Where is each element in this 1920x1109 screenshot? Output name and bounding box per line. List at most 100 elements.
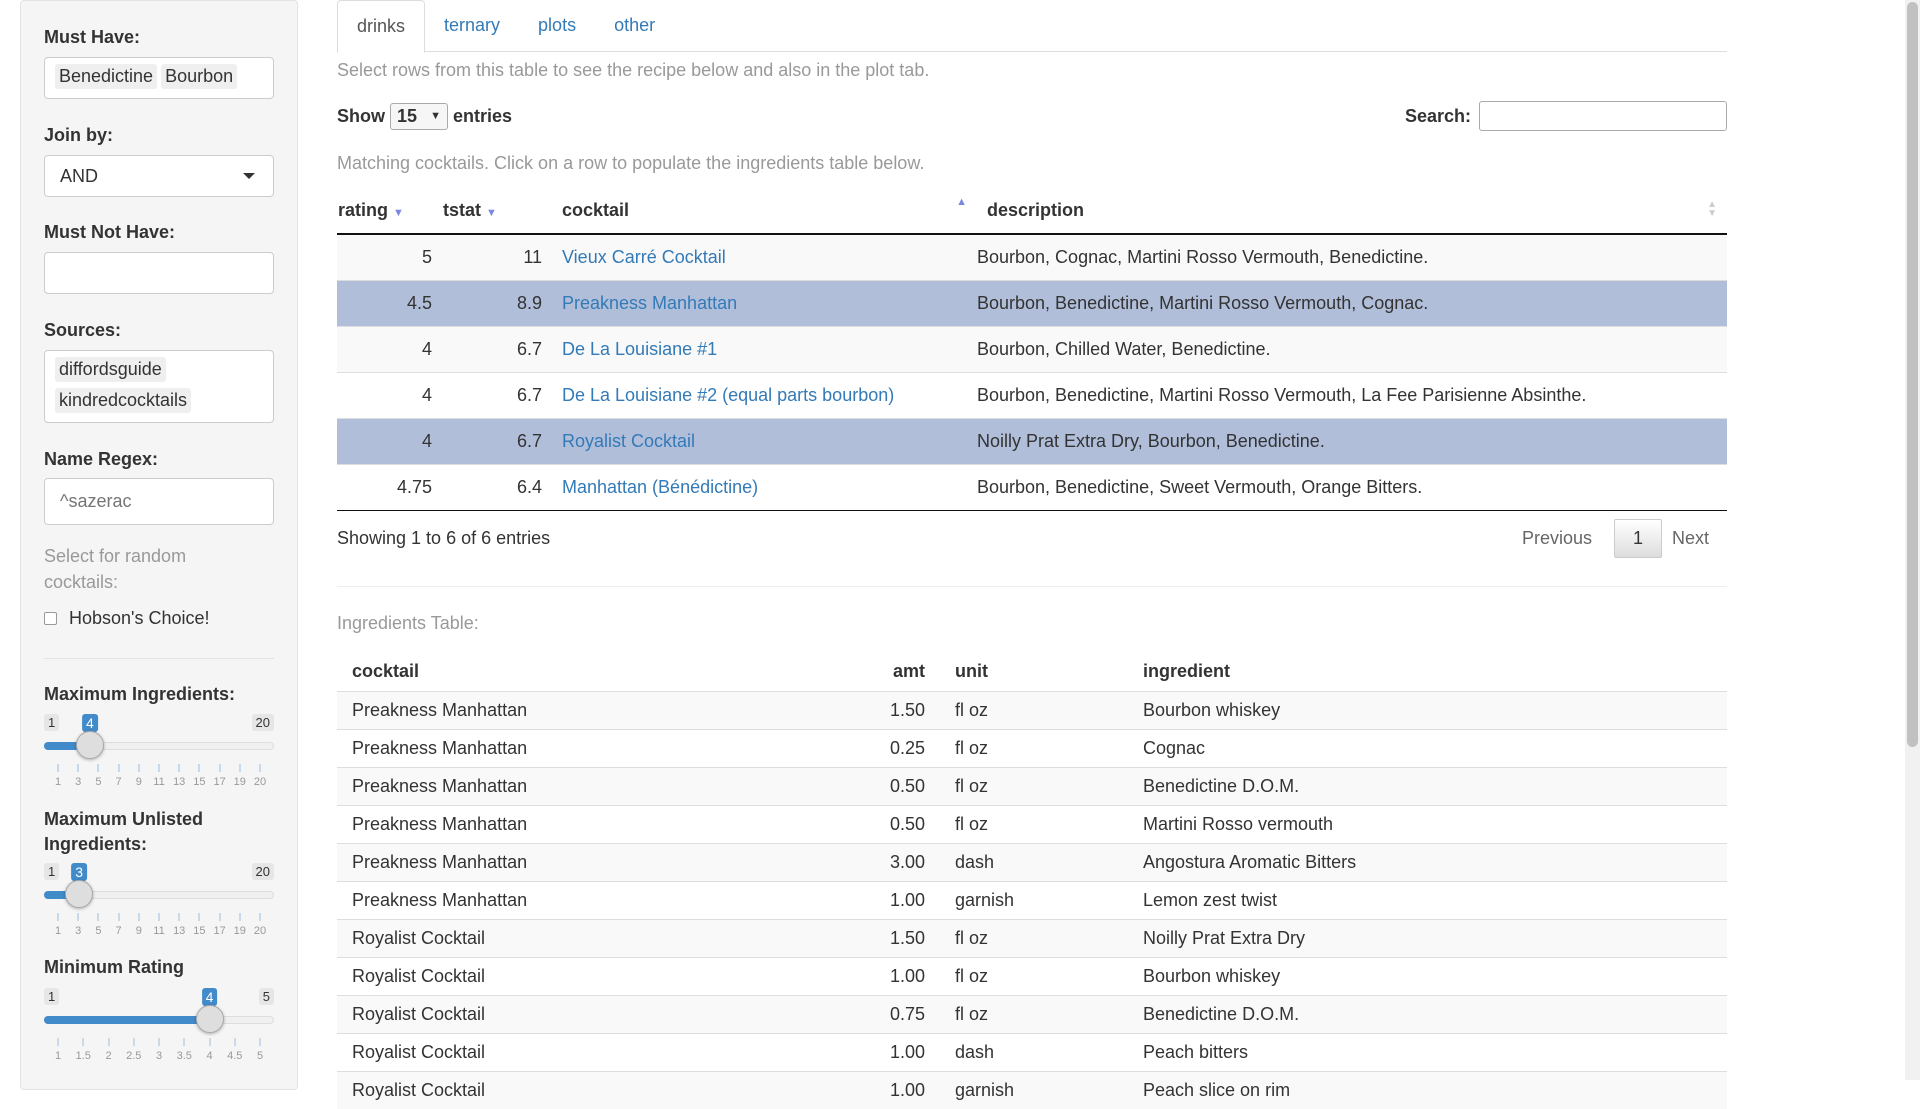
tick-mark: [118, 913, 120, 921]
col-description[interactable]: description ▲ ▼: [977, 188, 1727, 235]
table-row[interactable]: 5 11 Vieux Carré Cocktail Bourbon, Cogna…: [337, 233, 1727, 280]
tick-label: 3: [75, 776, 82, 788]
tick-mark: [118, 764, 120, 772]
cocktail-link[interactable]: Manhattan (Bénédictine): [562, 477, 758, 497]
name-regex-input[interactable]: [44, 478, 274, 525]
tab-drinks[interactable]: drinks: [337, 0, 426, 53]
cell-description: Bourbon, Benedictine, Martini Rosso Verm…: [977, 279, 1727, 326]
table-row[interactable]: 4 6.7 De La Louisiane #2 (equal parts bo…: [337, 371, 1727, 418]
previous-button[interactable]: Previous: [1510, 520, 1604, 557]
slider-handle[interactable]: [65, 880, 94, 908]
tick-label: 19: [233, 925, 246, 937]
cell-unit: fl oz: [937, 690, 1142, 729]
table-row: Preakness Manhattan 0.50 fl oz Benedicti…: [337, 766, 1727, 805]
sources-input[interactable]: diffordsguide kindredcocktails: [44, 350, 274, 423]
tab-ternary[interactable]: ternary: [425, 0, 519, 51]
table-row[interactable]: 4.75 6.4 Manhattan (Bénédictine) Bourbon…: [337, 463, 1727, 510]
cell-ingredient: Cognac: [1142, 728, 1727, 767]
slider-value: 4: [201, 988, 218, 1006]
search-label: Search:: [1404, 105, 1471, 126]
tick-label: 1: [54, 925, 62, 937]
page-scrollbar[interactable]: [1905, 0, 1920, 1080]
cocktail-link[interactable]: Royalist Cocktail: [562, 431, 695, 451]
table-row: Royalist Cocktail 1.50 fl oz Noilly Prat…: [337, 918, 1727, 957]
slider-max: 20: [251, 863, 274, 880]
cell-amt: 0.75: [857, 994, 937, 1033]
must-have-input[interactable]: Benedictine Bourbon: [44, 57, 274, 99]
tick-mark: [108, 1038, 109, 1046]
chip-benedictine[interactable]: Benedictine: [55, 64, 158, 89]
drinks-table: rating ▼ tstat ▼ cocktail ▲ description ▲ ▼…: [337, 188, 1727, 510]
page-1-button[interactable]: 1: [1613, 519, 1662, 558]
tick-mark: [259, 1038, 261, 1046]
min-rating-slider[interactable]: 1 5 4 1 1.5 2 2.5 3 3.5 4 4.5 5: [44, 988, 274, 1088]
tick-mark: [82, 1038, 84, 1046]
must-have-label: Must Have:: [44, 27, 141, 47]
must-not-have-input[interactable]: [44, 252, 274, 294]
tick-mark: [234, 1038, 236, 1046]
slider-min: 1: [44, 988, 60, 1005]
cell-amt: 1.50: [857, 918, 937, 957]
cocktail-link[interactable]: De La Louisiane #2 (equal parts bourbon): [562, 385, 894, 405]
col-tstat[interactable]: tstat ▼: [442, 188, 552, 235]
join-by-value: AND: [60, 166, 99, 186]
col-rating[interactable]: rating ▼: [337, 188, 442, 235]
table-row[interactable]: 4 6.7 De La Louisiane #1 Bourbon, Chille…: [337, 325, 1727, 372]
col-cocktail[interactable]: cocktail ▲: [552, 188, 977, 235]
tick-mark: [239, 913, 241, 921]
cell-unit: garnish: [937, 880, 1142, 919]
hobson-checkbox[interactable]: [44, 612, 57, 625]
chip-diffordsguide[interactable]: diffordsguide: [55, 357, 166, 382]
tab-plots[interactable]: plots: [519, 0, 595, 51]
col-ingredient: ingredient: [1142, 653, 1727, 692]
table-row[interactable]: 4 6.7 Royalist Cocktail Noilly Prat Extr…: [337, 417, 1727, 464]
slider-handle[interactable]: [75, 731, 104, 759]
search-input[interactable]: [1479, 101, 1727, 131]
cell-rating: 4: [337, 325, 442, 372]
tick-label: 19: [233, 776, 246, 788]
chip-kindredcocktails[interactable]: kindredcocktails: [55, 388, 192, 413]
table-row[interactable]: 4.5 8.9 Preakness Manhattan Bourbon, Ben…: [337, 279, 1727, 326]
tab-other[interactable]: other: [595, 0, 674, 51]
join-by-select[interactable]: AND: [44, 155, 274, 197]
cocktail-link[interactable]: De La Louisiane #1: [562, 339, 717, 359]
slider-handle[interactable]: [195, 1005, 224, 1033]
cell-cocktail: Preakness Manhattan: [337, 804, 857, 843]
tick-mark: [219, 913, 221, 921]
cell-cocktail: Preakness Manhattan: [337, 690, 857, 729]
tick-label: 1: [54, 776, 62, 788]
caret-down-icon: ▼: [430, 109, 441, 122]
tick-label: 3.5: [176, 1050, 192, 1062]
col-description-label: description: [987, 200, 1085, 220]
scrollbar-thumb[interactable]: [1907, 2, 1918, 747]
col-cocktail: cocktail: [337, 653, 857, 692]
tick-label: 1: [54, 1050, 62, 1062]
col-tstat-label: tstat: [443, 200, 482, 220]
cell-cocktail: Preakness Manhattan: [337, 842, 857, 881]
cocktail-link[interactable]: Vieux Carré Cocktail: [562, 247, 726, 267]
slider-min: 1: [44, 714, 60, 731]
entries-select[interactable]: 15 ▼: [390, 102, 448, 130]
sort-desc-icon: ▼: [486, 207, 497, 219]
cell-unit: fl oz: [937, 956, 1142, 995]
next-button[interactable]: Next: [1672, 520, 1709, 557]
cell-tstat: 6.7: [442, 371, 552, 418]
tick-mark: [77, 913, 79, 921]
cell-ingredient: Bourbon whiskey: [1142, 690, 1727, 729]
max-unlisted-slider[interactable]: 1 20 3 1 3 5 7 9 11 13 15 17 19 20: [44, 863, 274, 963]
cell-ingredient: Lemon zest twist: [1142, 880, 1727, 919]
table-row: Royalist Cocktail 1.00 dash Peach bitter…: [337, 1032, 1727, 1071]
hobson-checkbox-row[interactable]: Hobson's Choice!: [44, 608, 210, 629]
cell-amt: 1.00: [857, 956, 937, 995]
cocktail-link[interactable]: Preakness Manhattan: [562, 293, 737, 313]
tick-label: 13: [173, 776, 186, 788]
max-ingredients-slider[interactable]: 1 20 4 1 3 5 7 9 11 13 15 17 19 20: [44, 714, 274, 814]
tick-label: 15: [193, 925, 206, 937]
tick-label: 5: [95, 925, 102, 937]
chip-bourbon[interactable]: Bourbon: [161, 64, 238, 89]
table-row: Preakness Manhattan 1.50 fl oz Bourbon w…: [337, 690, 1727, 729]
col-unit: unit: [937, 653, 1142, 692]
tick-mark: [97, 913, 99, 921]
cell-cocktail: Royalist Cocktail: [337, 1070, 857, 1109]
slider-fill: [44, 1016, 210, 1024]
